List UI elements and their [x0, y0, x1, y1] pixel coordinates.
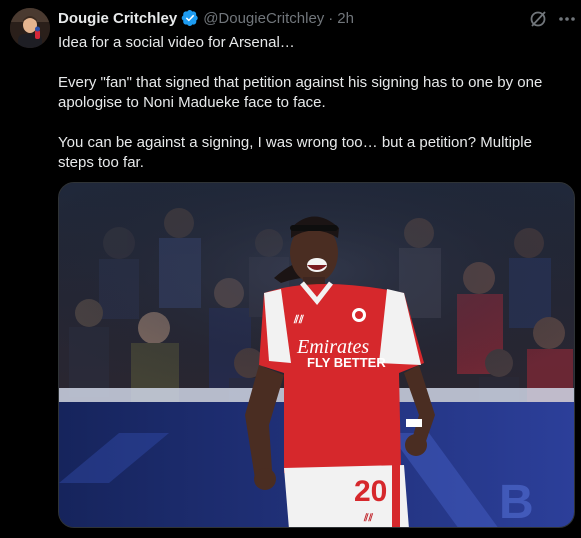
verified-badge-icon [181, 9, 199, 27]
timestamp[interactable]: 2h [337, 10, 354, 27]
svg-text:⫽⫽: ⫽⫽ [293, 314, 305, 326]
tweet-header: Dougie Critchley @DougieCritchley · 2h [58, 8, 354, 28]
separator-dot: · [328, 9, 334, 27]
grok-icon[interactable] [528, 9, 548, 29]
svg-text:⫽⫽: ⫽⫽ [363, 512, 373, 524]
tweet[interactable]: Dougie Critchley @DougieCritchley · 2h I… [0, 0, 581, 538]
shirt-sponsor-tagline: FLY BETTER [307, 355, 386, 370]
tweet-paragraph: Every "fan" that signed that petition ag… [58, 74, 543, 111]
author-display-name[interactable]: Dougie Critchley [58, 10, 177, 27]
tweet-paragraph: You can be against a signing, I was wron… [58, 134, 532, 171]
tweet-paragraph: Idea for a social video for Arsenal… [58, 34, 295, 51]
shirt-number: 20 [354, 475, 387, 508]
tweet-text: Idea for a social video for Arsenal… Eve… [58, 33, 568, 173]
author-handle[interactable]: @DougieCritchley [203, 10, 324, 27]
avatar[interactable] [10, 8, 50, 48]
svg-text:B: B [499, 476, 534, 528]
more-options-icon[interactable] [556, 9, 578, 29]
tweet-media-photo[interactable]: B ⫽⫽ Emirates FLY BETTER 20 ⫽⫽ [58, 182, 575, 528]
